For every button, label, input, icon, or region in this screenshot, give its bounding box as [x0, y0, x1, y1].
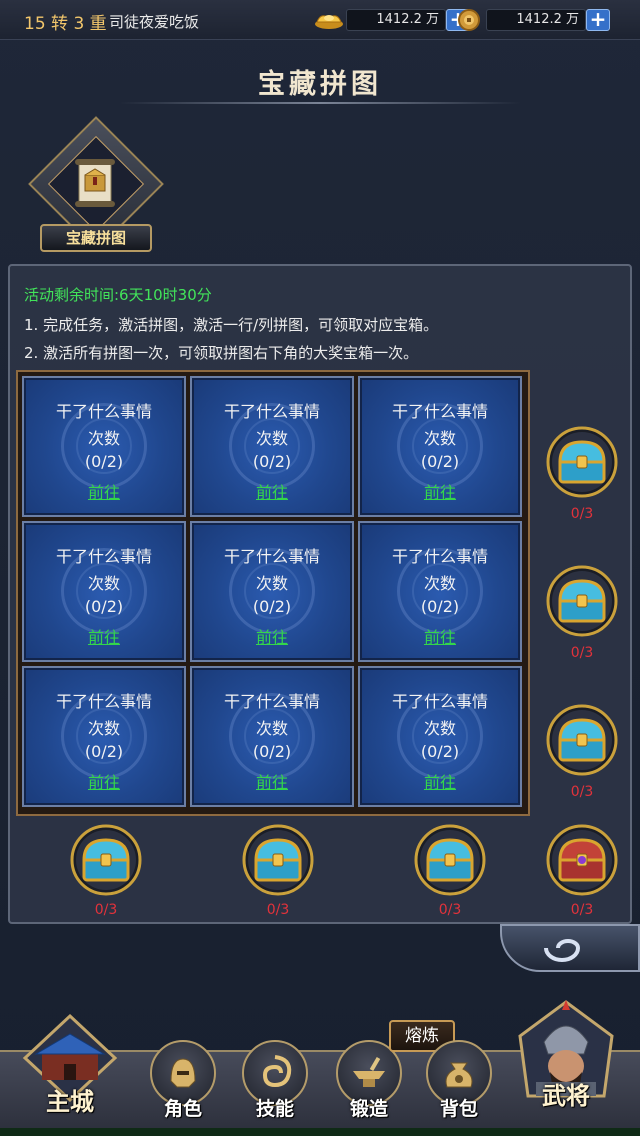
task-name: 干了什么事情 — [55, 547, 152, 566]
activity-timer: 活动剩余时间:6天10时30分 — [24, 286, 212, 304]
nav-main-city[interactable]: 主城 — [20, 1008, 120, 1117]
row-chest-icon[interactable] — [546, 426, 618, 498]
nav-role-label: 角色 — [163, 1098, 202, 1120]
task-count-label: 次数 — [423, 429, 456, 448]
task-go-link[interactable]: 前往 — [360, 624, 520, 648]
task-progress: (0/2) — [84, 742, 124, 761]
scroll-dial-ornament — [500, 924, 640, 972]
bottom-strip — [0, 1128, 640, 1136]
puzzle-tile: 干了什么事情 次数 (0/2) 前往 — [358, 666, 522, 807]
task-name: 干了什么事情 — [391, 402, 488, 421]
task-progress: (0/2) — [84, 452, 124, 471]
gold-ingot-icon — [312, 8, 346, 32]
puzzle-tile: 干了什么事情 次数 (0/2) 前往 — [190, 521, 354, 662]
task-progress: (0/2) — [420, 597, 460, 616]
row-chest-count: 0/3 — [570, 784, 594, 800]
task-go-link[interactable]: 前往 — [192, 769, 352, 793]
title-divider — [120, 102, 520, 104]
row-chest-count: 0/3 — [570, 506, 594, 522]
task-progress: (0/2) — [252, 597, 292, 616]
grand-prize-chest-icon[interactable] — [546, 824, 618, 896]
task-go-link[interactable]: 前往 — [24, 769, 184, 793]
puzzle-tile: 干了什么事情 次数 (0/2) 前往 — [190, 666, 354, 807]
column-chest-icon[interactable] — [414, 824, 486, 896]
task-count-label: 次数 — [255, 429, 288, 448]
column-chest-icon[interactable] — [70, 824, 142, 896]
activity-badge-label: 宝藏拼图 — [40, 224, 152, 252]
nav-skill[interactable]: 技能 — [242, 1040, 308, 1121]
top-bar: 15 转 3 重 司徒夜爱吃饭 1412.2 万 + 1412.2 万 + — [0, 0, 640, 40]
task-name: 干了什么事情 — [391, 547, 488, 566]
nav-skill-label: 技能 — [255, 1098, 294, 1120]
column-chest-count: 0/3 — [94, 902, 118, 918]
task-name: 干了什么事情 — [391, 692, 488, 711]
puzzle-grid: 干了什么事情 次数 (0/2) 前往 干了什么事情 次数 (0/2) 前往 干了什么事情 次数 (0… — [16, 370, 530, 816]
rule-text-1: 1. 完成任务，激活拼图，激活一行/列拼图，可领取对应宝箱。 — [24, 316, 439, 334]
task-name: 干了什么事情 — [55, 692, 152, 711]
anvil-icon — [353, 1056, 385, 1087]
task-go-link[interactable]: 前往 — [360, 769, 520, 793]
nav-forge-label: 锻造 — [349, 1098, 388, 1120]
treasure-scroll-icon — [75, 159, 115, 207]
row-chest-icon[interactable] — [546, 704, 618, 776]
nav-bag[interactable]: 背包 — [426, 1040, 492, 1121]
column-chest-count: 0/3 — [438, 902, 462, 918]
task-count-label: 次数 — [255, 719, 288, 738]
coin-icon — [452, 8, 486, 32]
task-count-label: 次数 — [423, 719, 456, 738]
puzzle-tile: 干了什么事情 次数 (0/2) 前往 — [190, 376, 354, 517]
task-go-link[interactable]: 前往 — [24, 479, 184, 503]
helmet-icon — [170, 1058, 196, 1088]
coin-amount: 1412.2 万 — [486, 9, 586, 31]
row-chest-count: 0/3 — [570, 645, 594, 661]
gold-amount: 1412.2 万 — [346, 9, 446, 31]
add-coin-button[interactable]: + — [586, 9, 610, 31]
gold-currency: 1412.2 万 + — [312, 7, 470, 33]
rule-text-2: 2. 激活所有拼图一次，可领取拼图右下角的大奖宝箱一次。 — [24, 344, 419, 362]
swirl-icon — [262, 1055, 292, 1088]
task-progress: (0/2) — [420, 452, 460, 471]
task-count-label: 次数 — [423, 574, 456, 593]
task-progress: (0/2) — [252, 742, 292, 761]
row-chest-icon[interactable] — [546, 565, 618, 637]
column-chest-count: 0/3 — [266, 902, 290, 918]
bag-icon — [445, 1062, 473, 1088]
task-progress: (0/2) — [420, 742, 460, 761]
task-count-label: 次数 — [255, 574, 288, 593]
task-count-label: 次数 — [87, 574, 120, 593]
puzzle-tile: 干了什么事情 次数 (0/2) 前往 — [22, 666, 186, 807]
task-go-link[interactable]: 前往 — [192, 624, 352, 648]
puzzle-tile: 干了什么事情 次数 (0/2) 前往 — [22, 521, 186, 662]
task-go-link[interactable]: 前往 — [24, 624, 184, 648]
puzzle-tile: 干了什么事情 次数 (0/2) 前往 — [358, 521, 522, 662]
task-go-link[interactable]: 前往 — [360, 479, 520, 503]
task-progress: (0/2) — [252, 452, 292, 471]
grand-chest-count: 0/3 — [570, 902, 594, 918]
nav-forge[interactable]: 锻造 — [336, 1040, 402, 1121]
player-level: 15 转 3 重 — [24, 14, 107, 34]
nav-role[interactable]: 角色 — [150, 1040, 216, 1121]
player-name: 司徒夜爱吃饭 — [109, 13, 200, 31]
task-name: 干了什么事情 — [223, 402, 320, 421]
task-name: 干了什么事情 — [55, 402, 152, 421]
task-name: 干了什么事情 — [223, 692, 320, 711]
nav-generals[interactable]: 武将 — [514, 996, 618, 1111]
puzzle-tile: 干了什么事情 次数 (0/2) 前往 — [22, 376, 186, 517]
nav-bag-label: 背包 — [439, 1098, 478, 1120]
coin-currency: 1412.2 万 + — [452, 7, 610, 33]
task-go-link[interactable]: 前往 — [192, 479, 352, 503]
task-count-label: 次数 — [87, 429, 120, 448]
puzzle-tile: 干了什么事情 次数 (0/2) 前往 — [358, 376, 522, 517]
task-progress: (0/2) — [84, 597, 124, 616]
task-count-label: 次数 — [87, 719, 120, 738]
task-name: 干了什么事情 — [223, 547, 320, 566]
column-chest-icon[interactable] — [242, 824, 314, 896]
page-title: 宝藏拼图 — [258, 69, 382, 100]
